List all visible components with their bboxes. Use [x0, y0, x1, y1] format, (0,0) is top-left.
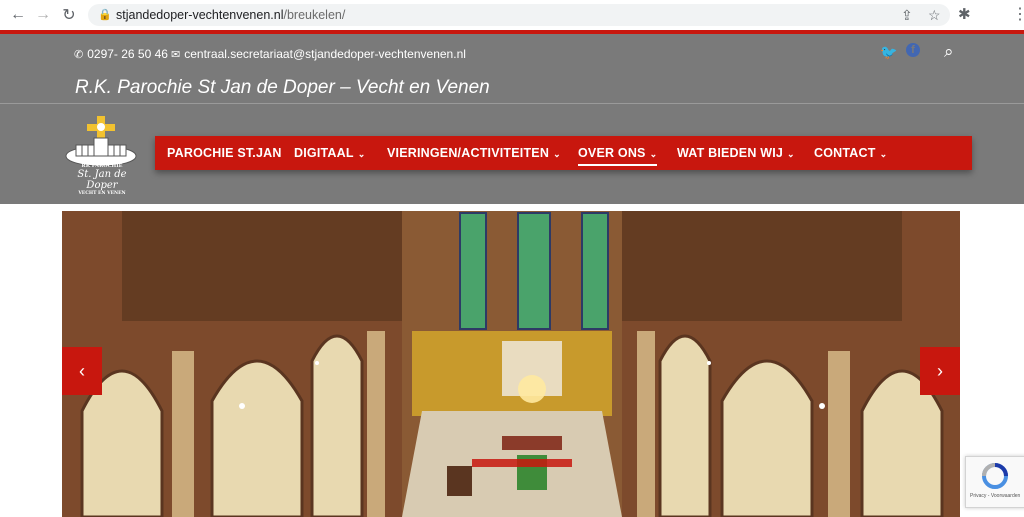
- reload-button[interactable]: ↻: [59, 5, 79, 25]
- logo-line-2: St. Jan de Doper: [77, 169, 127, 191]
- browser-menu-icon[interactable]: ⋮: [1012, 4, 1024, 24]
- nav-label: WAT BIEDEN WIJ: [677, 146, 784, 160]
- back-arrow-icon: ←: [10, 6, 26, 23]
- nav-label: VIERINGEN/ACTIVITEITEN: [387, 146, 550, 160]
- envelope-icon: ✉: [171, 49, 181, 61]
- recaptcha-badge[interactable]: Privacy - Voorwaarden: [965, 456, 1024, 508]
- phone-contact[interactable]: ✆ 0297- 26 50 46: [74, 47, 168, 61]
- forward-button[interactable]: →: [33, 5, 53, 25]
- nav-item-over-ons[interactable]: OVER ONS ⌄: [578, 146, 658, 166]
- address-bar[interactable]: 🔒 stjandedoper-vechtenvenen.nl/breukelen…: [88, 4, 950, 26]
- site-topbar: ✆ 0297- 26 50 46 ✉ centraal.secretariaat@s…: [0, 34, 1024, 103]
- site-title[interactable]: R.K. Parochie St Jan de Doper – Vecht en…: [75, 77, 490, 99]
- recaptcha-footer[interactable]: Privacy - Voorwaarden: [970, 493, 1020, 499]
- site-header: RK PAROCHIE St. Jan de Doper VECHT EN VE…: [0, 104, 1024, 204]
- church-interior-image: [62, 211, 960, 517]
- nav-label: PAROCHIE ST.JAN: [167, 146, 282, 160]
- phone-number: 0297- 26 50 46: [87, 47, 168, 61]
- nav-item-vieringen[interactable]: VIERINGEN/ACTIVITEITEN ⌄: [387, 146, 561, 160]
- nav-item-contact[interactable]: CONTACT ⌄: [814, 146, 887, 160]
- recaptcha-icon: [982, 463, 1008, 489]
- main-navigation: PAROCHIE ST.JAN DIGITAAL ⌄ VIERINGEN/ACTI…: [155, 136, 972, 170]
- hero-slider-image: [62, 211, 960, 517]
- email-address: centraal.secretariaat@stjandedoper-vecht…: [184, 47, 466, 61]
- chevron-down-icon: ⌄: [357, 149, 366, 159]
- bookmark-star-icon[interactable]: ☆: [928, 7, 941, 24]
- lock-icon: 🔒: [98, 9, 112, 21]
- chevron-down-icon: ⌄: [649, 149, 658, 159]
- reload-icon: ↻: [62, 7, 76, 24]
- url-text[interactable]: stjandedoper-vechtenvenen.nl/breukelen/: [116, 8, 345, 22]
- chevron-down-icon: ⌄: [787, 149, 795, 159]
- email-contact[interactable]: ✉ centraal.secretariaat@stjandedoper-vech…: [171, 47, 466, 61]
- search-icon[interactable]: ⌕: [944, 42, 954, 62]
- share-icon[interactable]: ⇪: [901, 7, 913, 24]
- nav-label: DIGITAAL: [294, 146, 354, 160]
- back-button[interactable]: ←: [8, 5, 28, 25]
- forward-arrow-icon: →: [35, 6, 51, 23]
- browser-toolbar: ← → ↻ 🔒 stjandedoper-vechtenvenen.nl/bre…: [0, 0, 1024, 31]
- nav-label: CONTACT: [814, 146, 876, 160]
- nav-item-wat-bieden-wij[interactable]: WAT BIEDEN WIJ ⌄: [677, 146, 795, 160]
- chevron-right-icon: ›: [937, 360, 943, 381]
- chevron-down-icon: ⌄: [879, 149, 888, 159]
- chevron-left-icon: ‹: [79, 360, 85, 381]
- twitter-icon[interactable]: 🐦: [880, 44, 897, 61]
- logo-line-3: VECHT EN VENEN: [78, 191, 126, 196]
- logo-text: RK PAROCHIE St. Jan de Doper VECHT EN VE…: [64, 163, 140, 196]
- slider-next-button[interactable]: ›: [920, 347, 960, 395]
- url-domain: stjandedoper-vechtenvenen.nl: [116, 8, 284, 22]
- nav-item-parochie[interactable]: PAROCHIE ST.JAN: [167, 146, 282, 160]
- phone-icon: ✆: [74, 49, 84, 61]
- nav-label: OVER ONS: [578, 146, 646, 160]
- url-path: /breukelen/: [283, 8, 346, 22]
- extensions-icon[interactable]: ✱: [958, 5, 971, 23]
- parish-logo[interactable]: RK PAROCHIE St. Jan de Doper VECHT EN VE…: [64, 116, 140, 196]
- facebook-icon[interactable]: f: [906, 43, 920, 57]
- slider-prev-button[interactable]: ‹: [62, 347, 102, 395]
- nav-item-digitaal[interactable]: DIGITAAL ⌄: [294, 146, 365, 160]
- chevron-down-icon: ⌄: [553, 149, 561, 159]
